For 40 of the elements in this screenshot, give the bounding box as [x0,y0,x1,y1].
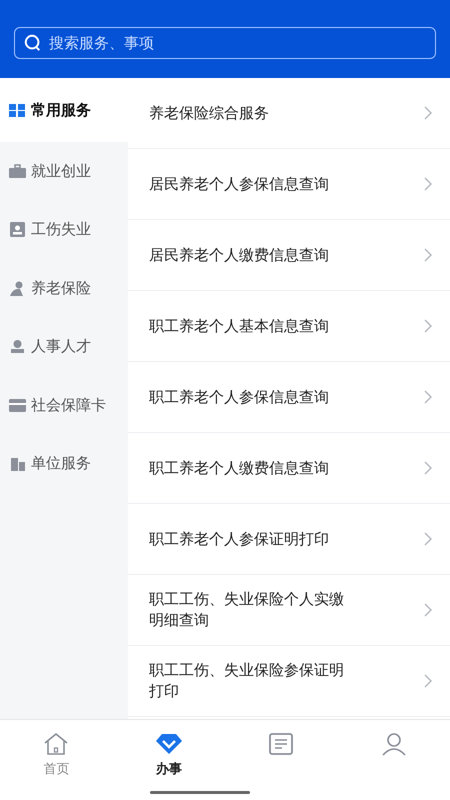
grid-icon [9,102,26,118]
sidebar-item[interactable]: 工伤失业 [0,200,128,259]
search-icon [24,34,42,52]
building-icon [9,456,26,472]
chevron-right-icon [424,674,432,688]
search-field[interactable]: 搜索服务、事项 [14,27,436,59]
sidebar-item[interactable]: 人事人才 [0,318,128,376]
service-item[interactable]: 职工工伤、失业保险个人实缴明细查询 [128,575,450,646]
service-item[interactable]: 职工工伤、失业保险参保证明打印 [128,646,450,717]
service-item[interactable]: 职工养老个人参保证明打印 [128,504,450,575]
person-icon [9,339,26,354]
diamond-check-icon [154,732,183,756]
tab[interactable]: 首页 [0,720,112,800]
chevron-right-icon [424,319,432,333]
home-icon [42,732,70,756]
service-item[interactable]: 养老保险综合服务 [128,78,450,149]
chevron-right-icon [424,603,432,617]
sidebar-item[interactable]: 就业创业 [0,142,128,200]
chevron-right-icon [424,177,432,191]
service-item[interactable]: 居民养老个人参保信息查询 [128,149,450,220]
chevron-right-icon [424,532,432,546]
service-item[interactable]: 职工养老个人基本信息查询 [128,291,450,362]
person-icon [9,280,26,296]
briefcase-icon [9,164,26,179]
document-icon [267,732,296,756]
chevron-right-icon [424,390,432,404]
chevron-right-icon [424,106,432,120]
chevron-right-icon [424,248,432,262]
id-badge-icon [9,222,26,238]
card-icon [9,398,26,413]
sidebar-item[interactable]: 单位服务 [0,434,128,493]
service-item[interactable]: 职工养老个人参保信息查询 [128,362,450,433]
sidebar-item[interactable]: 养老保险 [0,259,128,318]
tab[interactable]: 办事 [112,720,225,800]
user-icon [380,732,408,756]
service-item[interactable]: 职工养老个人缴费信息查询 [128,433,450,504]
sidebar-item[interactable]: 社会保障卡 [0,376,128,434]
service-item[interactable]: 居民养老个人缴费信息查询 [128,220,450,291]
sidebar-item[interactable]: 常用服务 [0,78,128,142]
chevron-right-icon [424,461,432,475]
